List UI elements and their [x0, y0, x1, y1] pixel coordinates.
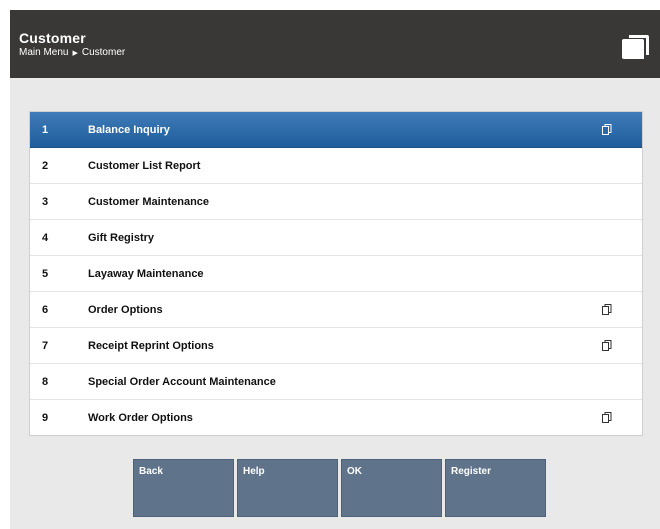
- menu-item-balance-inquiry[interactable]: 1 Balance Inquiry: [30, 112, 642, 148]
- help-button[interactable]: Help: [237, 459, 338, 517]
- menu-item-work-order-options[interactable]: 9 Work Order Options: [30, 400, 642, 435]
- breadcrumb-arrow-icon: ▶: [72, 49, 78, 57]
- menu-item-special-order-account-maintenance[interactable]: 8 Special Order Account Maintenance: [30, 364, 642, 400]
- menu-item-number: 9: [41, 411, 49, 424]
- menu-item-label: Work Order Options: [88, 411, 193, 424]
- ok-button[interactable]: OK: [341, 459, 442, 517]
- submenu-pages-icon: [602, 412, 612, 423]
- app-frame: Customer Main Menu ▶ Customer 1 Balance …: [10, 10, 660, 529]
- customer-menu-list: 1 Balance Inquiry 2 Customer List Report…: [29, 111, 643, 436]
- breadcrumb-customer: Customer: [81, 47, 126, 58]
- breadcrumb: Main Menu ▶ Customer: [19, 47, 125, 58]
- submenu-pages-icon: [602, 340, 612, 351]
- menu-item-customer-maintenance[interactable]: 3 Customer Maintenance: [30, 184, 642, 220]
- menu-item-label: Receipt Reprint Options: [88, 339, 214, 352]
- back-button[interactable]: Back: [133, 459, 234, 517]
- page-title: Customer: [19, 30, 86, 46]
- menu-item-receipt-reprint-options[interactable]: 7 Receipt Reprint Options: [30, 328, 642, 364]
- menu-item-number: 1: [41, 123, 49, 136]
- menu-item-number: 2: [41, 159, 49, 172]
- menu-item-gift-registry[interactable]: 4 Gift Registry: [30, 220, 642, 256]
- submenu-pages-icon: [602, 124, 612, 135]
- menu-item-number: 6: [41, 303, 49, 316]
- breadcrumb-main-menu: Main Menu: [19, 47, 69, 58]
- menu-item-label: Order Options: [88, 303, 163, 316]
- menu-item-number: 4: [41, 231, 49, 244]
- action-button-bar: Back Help OK Register: [133, 459, 546, 517]
- menu-item-customer-list-report[interactable]: 2 Customer List Report: [30, 148, 642, 184]
- stacked-pages-icon: [622, 35, 649, 59]
- submenu-pages-icon: [602, 304, 612, 315]
- menu-item-order-options[interactable]: 6 Order Options: [30, 292, 642, 328]
- menu-item-number: 3: [41, 195, 49, 208]
- menu-item-label: Special Order Account Maintenance: [88, 375, 276, 388]
- menu-item-layaway-maintenance[interactable]: 5 Layaway Maintenance: [30, 256, 642, 292]
- menu-item-label: Layaway Maintenance: [88, 267, 204, 280]
- menu-item-label: Balance Inquiry: [88, 123, 170, 136]
- menu-item-label: Customer Maintenance: [88, 195, 210, 208]
- menu-item-number: 7: [41, 339, 49, 352]
- register-button[interactable]: Register: [445, 459, 546, 517]
- menu-item-label: Gift Registry: [88, 231, 155, 244]
- menu-item-number: 5: [41, 267, 49, 280]
- header-bar: Customer Main Menu ▶ Customer: [10, 10, 660, 78]
- menu-item-label: Customer List Report: [88, 159, 201, 172]
- menu-item-number: 8: [41, 375, 49, 388]
